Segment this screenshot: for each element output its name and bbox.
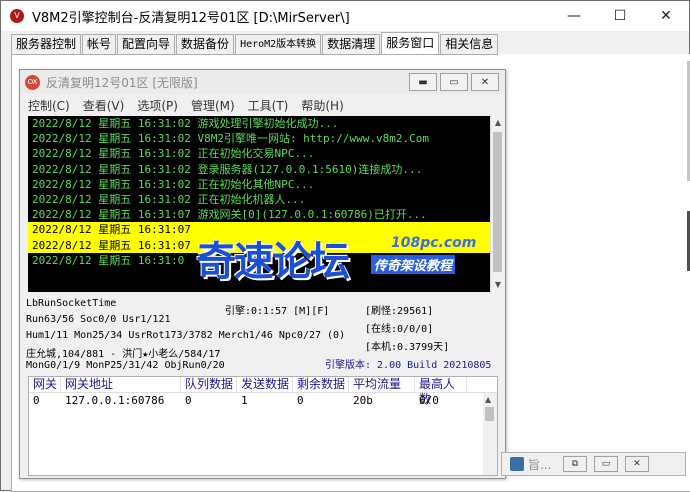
window-icon bbox=[510, 457, 524, 471]
tab-4[interactable]: HeroM2版本转换 bbox=[235, 34, 322, 54]
tab-0[interactable]: 服务器控制 bbox=[11, 34, 82, 54]
console-log[interactable]: 2022/8/12 星期五 16:31:02 游戏处理引擎初始化成功... 202… bbox=[28, 116, 490, 292]
console-line: 2022/8/12 星期五 16:31:07 bbox=[28, 222, 490, 238]
gateway-table: 网关 网关地址 队列数据 发送数据 剩余数据 平均流量 最高人数 0 127.0.0.1:60… bbox=[28, 376, 498, 476]
console-scrollbar[interactable]: ▲ ▼ bbox=[490, 116, 504, 292]
menu-item-5[interactable]: 帮助(H) bbox=[301, 97, 343, 114]
server-minimize-button[interactable]: ▬ bbox=[409, 73, 437, 91]
column-header[interactable]: 剩余数据 bbox=[293, 377, 349, 393]
run-stats: Run63/56 Soc0/0 Usr1/121 bbox=[26, 314, 171, 325]
console-line: 2022/8/12 星期五 16:31:02 正在初始化交易NPC... bbox=[32, 147, 315, 161]
scroll-down-icon[interactable]: ▼ bbox=[493, 280, 503, 290]
table-scroll-thumb[interactable] bbox=[485, 407, 494, 421]
console-line: 2022/8/12 星期五 16:31:02 游戏处理引擎初始化成功... bbox=[32, 117, 339, 130]
console-line: 2022/8/12 星期五 16:31:02 正在初始化其他NPC... bbox=[32, 177, 315, 191]
server-window-title: 反清复明12号01区 [无限版] bbox=[46, 75, 198, 90]
close-mini-button[interactable]: ✕ bbox=[625, 456, 649, 472]
maximize-mini-button[interactable]: ▭ bbox=[594, 456, 618, 472]
menu-item-2[interactable]: 选项(P) bbox=[137, 97, 178, 114]
tab-2[interactable]: 配置向导 bbox=[117, 34, 176, 54]
gateway-table-header: 网关 网关地址 队列数据 发送数据 剩余数据 平均流量 最高人数 bbox=[29, 377, 497, 406]
table-cell: 1 bbox=[241, 394, 248, 407]
menu-item-3[interactable]: 管理(M) bbox=[191, 97, 235, 114]
minimized-window-label: 旨... bbox=[528, 457, 552, 472]
online-count: [在线:0/0/0] bbox=[365, 324, 434, 335]
server-window: OX 反清复明12号01区 [无限版] ▬ ▭ ✕ 控制(C) 查看(V) 选项(P… bbox=[19, 69, 506, 479]
refresh-count: [刷怪:29561] bbox=[365, 306, 434, 317]
app-icon: V bbox=[10, 9, 24, 23]
scroll-thumb[interactable] bbox=[493, 132, 502, 272]
table-row[interactable]: 0 127.0.0.1:60786 0 1 0 20b 0/0 bbox=[29, 393, 497, 409]
console-line: 2022/8/12 星期五 16:31:07 bbox=[28, 237, 490, 253]
maximize-button[interactable]: ☐ bbox=[597, 1, 643, 31]
server-app-icon: OX bbox=[25, 74, 40, 90]
server-window-titlebar: OX 反清复明12号01区 [无限版] ▬ ▭ ✕ bbox=[20, 70, 505, 94]
hum-stats: Hum1/11 Mon25/34 UsrRot173/3782 Merch1/4… bbox=[26, 330, 346, 341]
main-window: V V8M2引擎控制台-反清复明12号01区 [D:\MirServer\] —… bbox=[0, 0, 690, 492]
menu-item-4[interactable]: 工具(T) bbox=[248, 97, 289, 114]
column-header[interactable]: 发送数据 bbox=[237, 377, 293, 393]
console-line: 2022/8/12 星期五 16:31:0 bbox=[32, 253, 185, 267]
column-header[interactable]: 网关 bbox=[29, 377, 61, 393]
console-line: 2022/8/12 星期五 16:31:02 登录服务器(127.0.0.1:5… bbox=[32, 162, 423, 176]
window-title: V8M2引擎控制台-反清复明12号01区 [D:\MirServer\] bbox=[32, 10, 350, 26]
table-cell: 0/0 bbox=[419, 394, 439, 407]
table-scrollbar[interactable]: ▲ bbox=[483, 393, 497, 475]
gateway-table-body: 0 127.0.0.1:60786 0 1 0 20b 0/0 bbox=[29, 393, 497, 409]
local-uptime: [本机:0.3799天] bbox=[365, 342, 450, 353]
player-info: 庄允城,104/881 - 洪门★小老么/584/17 bbox=[26, 349, 221, 360]
tab-3[interactable]: 数据备份 bbox=[176, 34, 235, 54]
table-cell: 0 bbox=[297, 394, 304, 407]
engine-version: 引擎版本: 2.00 Build 20210805 bbox=[325, 360, 492, 371]
minimize-button[interactable]: — bbox=[551, 1, 597, 31]
server-menu-bar: 控制(C) 查看(V) 选项(P) 管理(M) 工具(T) 帮助(H) bbox=[28, 97, 357, 114]
console-line: 2022/8/12 星期五 16:31:07 游戏网关[0](127.0.0.1… bbox=[32, 208, 427, 222]
table-cell: 0 bbox=[185, 394, 192, 407]
scroll-up-icon[interactable]: ▲ bbox=[493, 118, 503, 128]
tab-1[interactable]: 帐号 bbox=[82, 34, 117, 54]
table-scroll-up-icon[interactable]: ▲ bbox=[485, 395, 491, 404]
menu-item-1[interactable]: 查看(V) bbox=[83, 97, 125, 114]
right-pane bbox=[498, 54, 690, 454]
console-line: 2022/8/12 星期五 16:31:02 V8M2引擎唯一网站: http:… bbox=[32, 132, 430, 146]
engine-time: 引擎:0:1:57 [M][F] bbox=[225, 306, 330, 317]
title-bar: V V8M2引擎控制台-反清复明12号01区 [D:\MirServer\] —… bbox=[1, 1, 689, 31]
server-maximize-button[interactable]: ▭ bbox=[440, 73, 468, 91]
tab-5[interactable]: 数据清理 bbox=[322, 34, 381, 54]
column-header[interactable]: 网关地址 bbox=[61, 377, 181, 393]
close-button[interactable]: ✕ bbox=[643, 1, 689, 31]
table-cell: 20b bbox=[353, 394, 373, 407]
menu-item-0[interactable]: 控制(C) bbox=[28, 97, 70, 114]
table-cell: 0 bbox=[33, 394, 40, 407]
monster-stats: MonG0/1/9 MonP25/31/42 ObjRun0/20 bbox=[26, 360, 225, 371]
run-socket-time: LbRunSocketTime bbox=[26, 298, 117, 309]
column-header[interactable]: 队列数据 bbox=[181, 377, 237, 393]
minimized-window[interactable]: 旨... ⧉ ▭ ✕ bbox=[501, 452, 686, 476]
server-close-button[interactable]: ✕ bbox=[471, 73, 499, 91]
table-cell: 127.0.0.1:60786 bbox=[65, 394, 165, 407]
column-header[interactable]: 最高人数 bbox=[415, 377, 467, 406]
console-line: 2022/8/12 星期五 16:31:02 正在初始化机器人... bbox=[32, 192, 306, 206]
tab-7[interactable]: 相关信息 bbox=[440, 34, 499, 54]
tab-bar: 服务器控制 帐号 配置向导 数据备份 HeroM2版本转换 数据清理 服务窗口 相关信息 bbox=[11, 32, 499, 54]
restore-button[interactable]: ⧉ bbox=[563, 456, 587, 472]
tab-6[interactable]: 服务窗口 bbox=[381, 32, 440, 54]
column-header[interactable]: 平均流量 bbox=[349, 377, 415, 393]
